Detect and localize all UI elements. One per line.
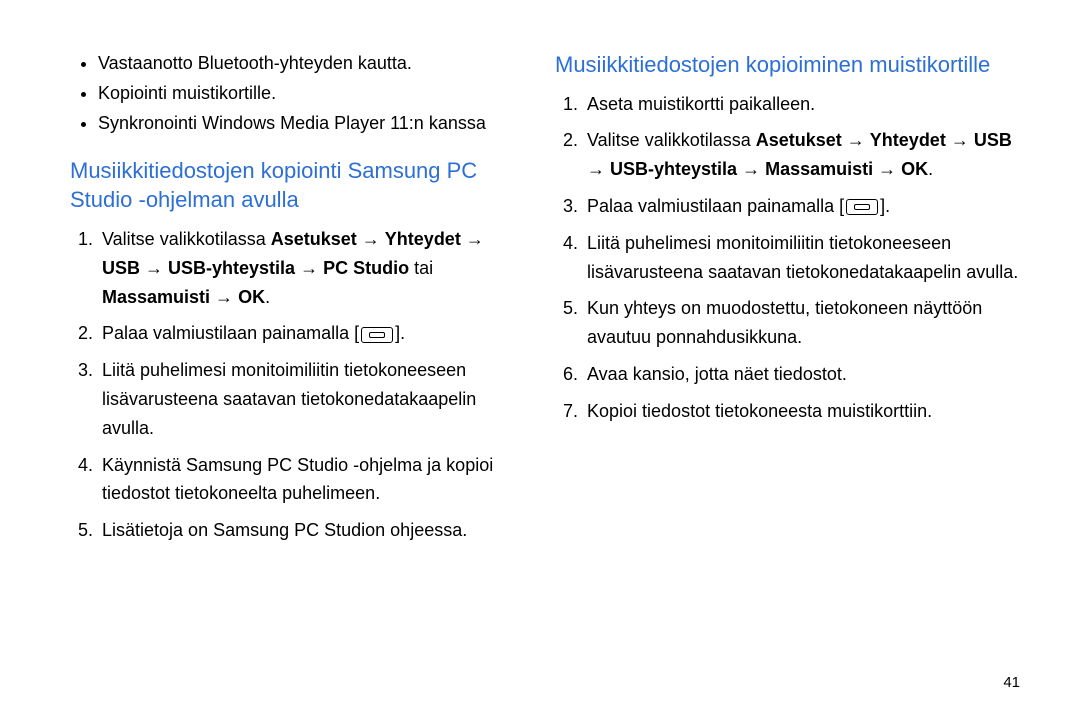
step-item: Käynnistä Samsung PC Studio -ohjelma ja … xyxy=(98,451,515,509)
ui-path: USB xyxy=(974,130,1012,150)
left-column: Vastaanotto Bluetooth-yhteyden kautta. K… xyxy=(70,50,545,691)
section-heading-memory-card: Musiikkitiedostojen kopioiminen muistiko… xyxy=(555,50,1020,80)
right-column: Musiikkitiedostojen kopioiminen muistiko… xyxy=(545,50,1020,691)
step-text: Valitse valikkotilassa xyxy=(587,130,756,150)
bullet-item: Kopiointi muistikortille. xyxy=(98,80,515,108)
ui-path: Asetukset xyxy=(756,130,842,150)
arrow: → xyxy=(295,258,323,278)
arrow: → xyxy=(461,229,484,249)
ui-path: OK xyxy=(901,159,928,179)
ui-path: Massamuisti xyxy=(102,287,210,307)
step-text: Palaa valmiustilaan painamalla [ xyxy=(102,323,359,343)
ui-path: Asetukset xyxy=(271,229,357,249)
end-call-key-icon xyxy=(846,199,878,215)
step-item: Liitä puhelimesi monitoimiliitin tietoko… xyxy=(583,229,1020,287)
step-item: Valitse valikkotilassa Asetukset → Yhtey… xyxy=(98,225,515,311)
ui-path: USB-yhteystila xyxy=(610,159,737,179)
intro-bullet-list: Vastaanotto Bluetooth-yhteyden kautta. K… xyxy=(70,50,515,138)
ui-path: Massamuisti xyxy=(765,159,873,179)
arrow: → xyxy=(873,159,901,179)
step-item: Aseta muistikortti paikalleen. xyxy=(583,90,1020,119)
ui-path: Yhteydet xyxy=(385,229,461,249)
step-text: tai xyxy=(409,258,433,278)
page-number: 41 xyxy=(1003,674,1020,691)
step-item: Liitä puhelimesi monitoimiliitin tietoko… xyxy=(98,356,515,442)
step-text: . xyxy=(928,159,933,179)
arrow: → xyxy=(140,258,168,278)
memory-card-steps: Aseta muistikortti paikalleen. Valitse v… xyxy=(555,90,1020,426)
bullet-item: Vastaanotto Bluetooth-yhteyden kautta. xyxy=(98,50,515,78)
step-item: Lisätietoja on Samsung PC Studion ohjees… xyxy=(98,516,515,545)
step-item: Valitse valikkotilassa Asetukset → Yhtey… xyxy=(583,126,1020,184)
arrow: → xyxy=(842,130,870,150)
step-item: Palaa valmiustilaan painamalla []. xyxy=(98,319,515,348)
ui-path: USB xyxy=(102,258,140,278)
ui-path: PC Studio xyxy=(323,258,409,278)
arrow: → xyxy=(737,159,765,179)
ui-path: USB-yhteystila xyxy=(168,258,295,278)
arrow: → xyxy=(946,130,974,150)
ui-path: OK xyxy=(238,287,265,307)
step-item: Kopioi tiedostot tietokoneesta muistikor… xyxy=(583,397,1020,426)
arrow: → xyxy=(587,159,610,179)
end-call-key-icon xyxy=(361,327,393,343)
ui-path: Yhteydet xyxy=(870,130,946,150)
step-text: Valitse valikkotilassa xyxy=(102,229,271,249)
step-text: . xyxy=(265,287,270,307)
step-text: Palaa valmiustilaan painamalla [ xyxy=(587,196,844,216)
step-text: ]. xyxy=(880,196,890,216)
manual-page: Vastaanotto Bluetooth-yhteyden kautta. K… xyxy=(0,0,1080,721)
arrow: → xyxy=(210,287,238,307)
step-item: Avaa kansio, jotta näet tiedostot. xyxy=(583,360,1020,389)
step-item: Kun yhteys on muodostettu, tietokoneen n… xyxy=(583,294,1020,352)
step-text: ]. xyxy=(395,323,405,343)
step-item: Palaa valmiustilaan painamalla []. xyxy=(583,192,1020,221)
section-heading-pc-studio: Musiikkitiedostojen kopiointi Samsung PC… xyxy=(70,156,515,215)
pc-studio-steps: Valitse valikkotilassa Asetukset → Yhtey… xyxy=(70,225,515,545)
bullet-item: Synkronointi Windows Media Player 11:n k… xyxy=(98,110,515,138)
arrow: → xyxy=(357,229,385,249)
